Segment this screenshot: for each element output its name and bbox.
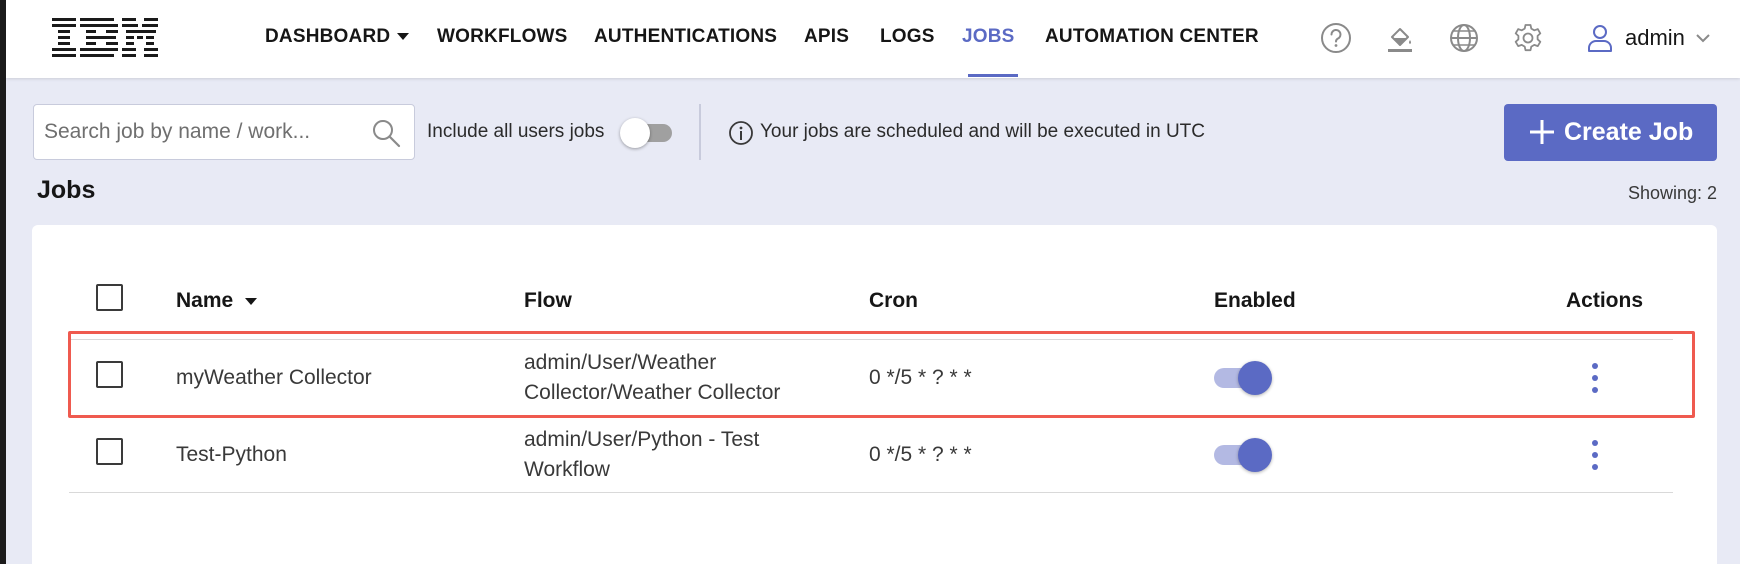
- include-all-users-toggle[interactable]: [620, 118, 674, 148]
- row-actions-menu-icon[interactable]: [1589, 439, 1601, 471]
- job-name[interactable]: Test-Python: [176, 443, 287, 467]
- chevron-down-icon[interactable]: [1695, 31, 1711, 45]
- jobs-table-card: [32, 225, 1717, 564]
- job-cron: 0 */5 * ? * *: [869, 366, 972, 389]
- job-flow: admin/User/Python - Test Workflow: [524, 425, 824, 485]
- globe-icon[interactable]: [1447, 21, 1481, 55]
- nav-apis[interactable]: APIS: [804, 26, 849, 48]
- column-header-name[interactable]: Name: [176, 289, 258, 313]
- toggle-knob: [1238, 361, 1272, 395]
- column-header-cron: Cron: [869, 289, 918, 312]
- row-actions-menu-icon[interactable]: [1589, 362, 1601, 394]
- toggle-knob: [620, 118, 650, 148]
- nav-authentications[interactable]: AUTHENTICATIONS: [594, 26, 777, 48]
- sort-down-icon: [245, 297, 258, 305]
- search-field[interactable]: [33, 104, 415, 160]
- job-flow: admin/User/Weather Collector/Weather Col…: [524, 348, 824, 408]
- user-icon[interactable]: [1583, 21, 1617, 55]
- page-title: Jobs: [37, 176, 96, 204]
- job-enabled-toggle[interactable]: [1214, 438, 1272, 472]
- create-job-label: Create Job: [1564, 118, 1694, 146]
- nav-automation-center[interactable]: AUTOMATION CENTER: [1045, 26, 1259, 48]
- job-flow-line: admin/User/Python - Test: [524, 428, 760, 451]
- info-icon: [729, 121, 753, 145]
- column-header-enabled: Enabled: [1214, 289, 1296, 312]
- row-checkbox[interactable]: [96, 438, 123, 465]
- toggle-knob: [1238, 438, 1272, 472]
- ibm-logo[interactable]: [52, 18, 158, 58]
- nav-dashboard[interactable]: DASHBOARD: [265, 26, 410, 48]
- plus-icon: [1530, 120, 1554, 144]
- search-input[interactable]: [44, 115, 364, 149]
- row-divider: [69, 416, 1673, 417]
- caret-down-icon: [397, 33, 410, 41]
- include-all-users-label: Include all users jobs: [427, 121, 605, 142]
- top-nav-bar: DASHBOARD WORKFLOWS AUTHENTICATIONS APIS…: [6, 0, 1740, 78]
- job-flow-line: Workflow: [524, 458, 610, 481]
- column-header-actions: Actions: [1566, 289, 1644, 312]
- job-enabled-toggle[interactable]: [1214, 361, 1272, 395]
- row-divider: [69, 492, 1673, 493]
- nav-logs[interactable]: LOGS: [880, 26, 935, 48]
- row-checkbox[interactable]: [96, 361, 123, 388]
- job-cron: 0 */5 * ? * *: [869, 443, 972, 466]
- select-all-checkbox[interactable]: [96, 284, 123, 311]
- showing-count: Showing: 2: [1627, 183, 1717, 203]
- column-header-flow: Flow: [524, 289, 572, 312]
- nav-workflows[interactable]: WORKFLOWS: [437, 26, 568, 48]
- nav-jobs[interactable]: JOBS: [962, 26, 1015, 48]
- theme-paint-icon[interactable]: [1383, 21, 1417, 55]
- help-icon[interactable]: [1319, 21, 1353, 55]
- search-icon[interactable]: [370, 117, 402, 149]
- nav-active-underline: [968, 74, 1018, 77]
- toolbar-divider: [699, 104, 701, 160]
- job-name[interactable]: myWeather Collector: [176, 366, 372, 390]
- job-flow-line: admin/User/Weather: [524, 351, 717, 374]
- create-job-button[interactable]: Create Job: [1504, 104, 1717, 161]
- settings-gear-icon[interactable]: [1511, 21, 1545, 55]
- utc-info-text: Your jobs are scheduled and will be exec…: [760, 121, 1206, 142]
- user-menu-label[interactable]: admin: [1625, 25, 1685, 51]
- header-divider: [69, 339, 1673, 340]
- window-edge: [0, 0, 6, 564]
- job-flow-line: Collector/Weather Collector: [524, 381, 781, 404]
